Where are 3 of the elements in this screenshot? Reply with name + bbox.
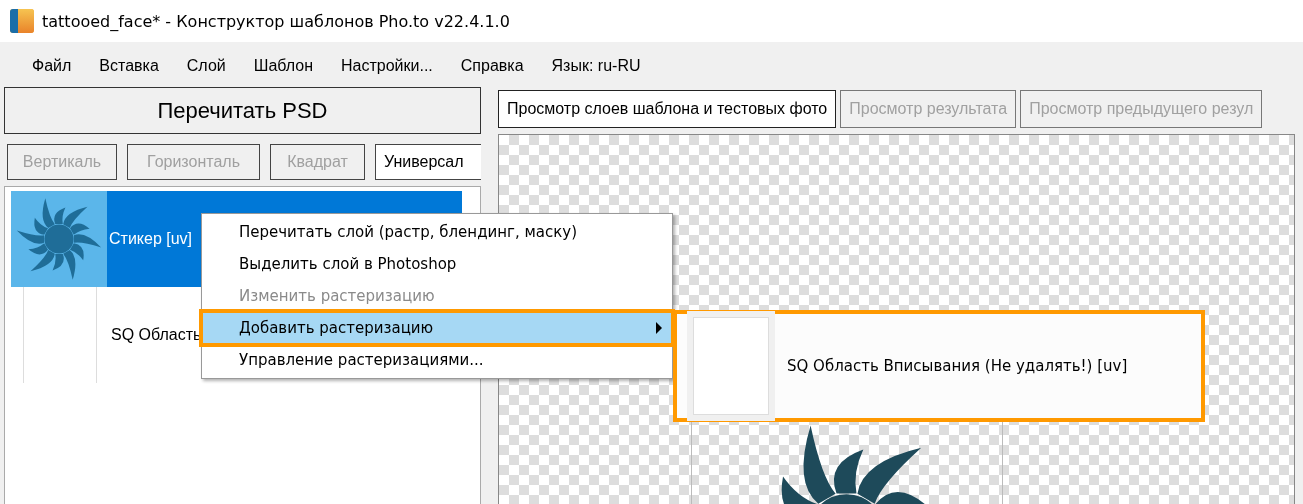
window-title: tattooed_face* - Конструктор шаблонов Pho.to v22.4.1.0 [42, 11, 510, 31]
layer-name: Стикер [uv] [108, 230, 193, 248]
layer-name: SQ Область [110, 326, 202, 344]
